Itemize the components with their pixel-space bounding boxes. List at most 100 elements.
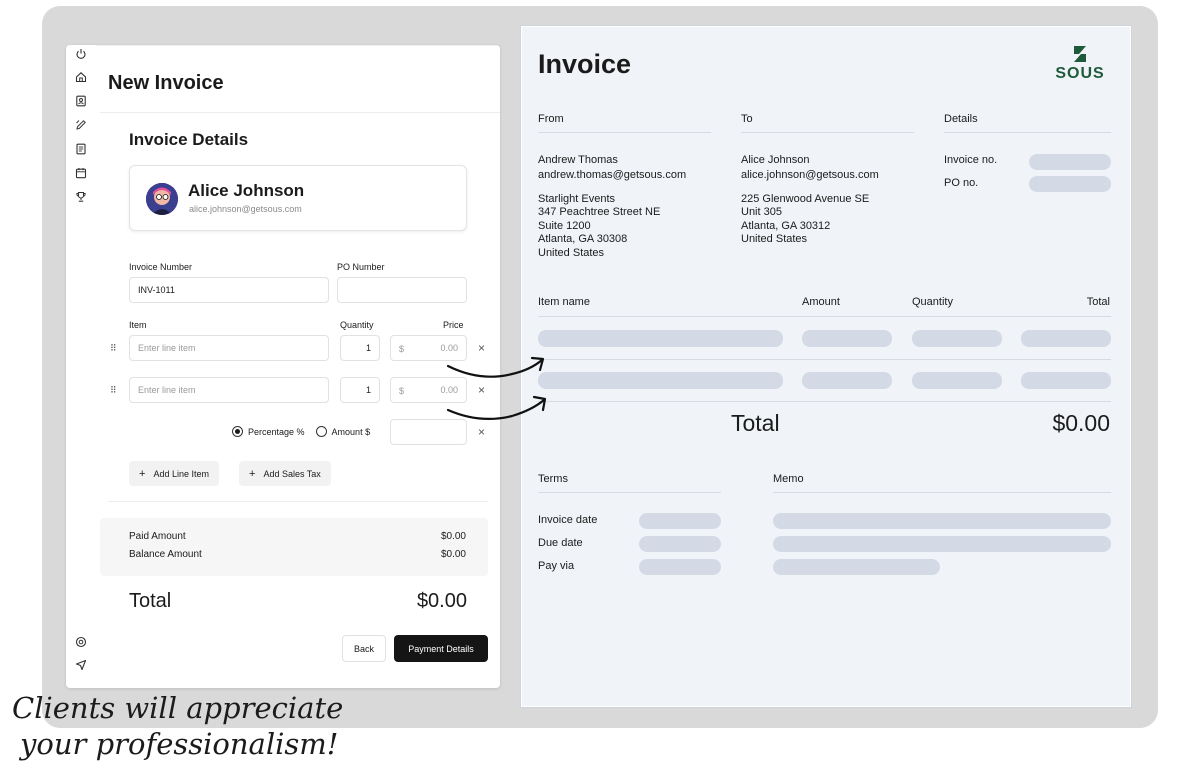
invoice-no-placeholder [1029, 154, 1111, 170]
line-item-input[interactable]: Enter line item [129, 335, 329, 361]
to-address-line: Unit 305 [741, 206, 782, 218]
contacts-icon[interactable] [74, 94, 88, 108]
invoice-editor-window: New Invoice Invoice Details Alice Johnso… [66, 45, 500, 688]
memo-placeholder [773, 513, 1111, 529]
invoice-number-input[interactable]: INV-1011 [129, 277, 329, 303]
total-header: Total [1086, 296, 1110, 308]
divider [538, 316, 1111, 317]
support-icon[interactable] [74, 635, 88, 649]
plus-icon: + [249, 467, 256, 480]
calendar-icon[interactable] [74, 166, 88, 180]
from-email: andrew.thomas@getsous.com [538, 169, 687, 181]
item-placeholder [538, 330, 783, 347]
from-name: Andrew Thomas [538, 154, 618, 166]
quantity-input[interactable]: 1 [340, 335, 380, 361]
add-sales-tax-button[interactable]: + Add Sales Tax [239, 461, 331, 486]
from-address-line: Atlanta, GA 30308 [538, 233, 628, 245]
quantity-column-header: Quantity [340, 320, 374, 330]
po-no-placeholder [1029, 176, 1111, 192]
divider [538, 401, 1111, 402]
section-title: Invoice Details [129, 130, 249, 149]
invoice-preview: Invoice SOUS From To Details Andrew Thom… [520, 25, 1132, 708]
invoice-number-label: Invoice Number [129, 262, 193, 272]
caption-line-2: your professionalism! [20, 727, 339, 761]
pay-via-placeholder [639, 559, 721, 575]
amounts-summary: Paid Amount $0.00 Balance Amount $0.00 [100, 518, 488, 576]
memo-header: Memo [773, 473, 804, 485]
quantity-placeholder [912, 372, 1002, 389]
client-email: alice.johnson@getsous.com [189, 204, 302, 214]
avatar [146, 183, 178, 215]
invoice-total-value: $0.00 [1052, 410, 1110, 436]
to-header: To [741, 113, 753, 125]
home-icon[interactable] [74, 70, 88, 84]
add-line-item-label: Add Line Item [153, 468, 209, 479]
handwritten-caption: Clients will appreciate your professiona… [12, 690, 343, 762]
payment-details-button[interactable]: Payment Details [394, 635, 488, 662]
page-title: New Invoice [108, 72, 224, 94]
item-name-header: Item name [538, 296, 590, 308]
percentage-label: Percentage % [248, 426, 305, 437]
client-name: Alice Johnson [188, 181, 305, 200]
top-border [96, 45, 500, 46]
from-address-line: Starlight Events [538, 193, 616, 205]
divider [944, 132, 1111, 133]
po-number-input[interactable] [337, 277, 467, 303]
from-address-line: Suite 1200 [538, 220, 591, 232]
send-icon[interactable] [74, 658, 88, 672]
currency-symbol: $ [399, 344, 405, 354]
trophy-icon[interactable] [74, 190, 88, 204]
sidebar-rail [66, 45, 96, 688]
back-button[interactable]: Back [342, 635, 386, 662]
invoice-date-label: Invoice date [538, 514, 598, 526]
amount-radio[interactable] [315, 426, 327, 437]
po-number-label: PO Number [337, 262, 385, 272]
percentage-radio[interactable] [232, 426, 243, 437]
currency-symbol: $ [399, 386, 405, 396]
amount-header: Amount [802, 296, 840, 308]
divider [538, 492, 721, 493]
from-address-line: United States [538, 247, 605, 259]
total-label: Total [129, 590, 172, 612]
document-icon[interactable] [74, 142, 88, 156]
to-email: alice.johnson@getsous.com [741, 169, 879, 181]
drag-handle-icon[interactable]: ⠿ [110, 385, 117, 396]
terms-header: Terms [538, 473, 568, 485]
plus-icon: + [139, 467, 146, 480]
total-placeholder [1021, 372, 1111, 389]
divider [538, 359, 1111, 360]
power-icon[interactable] [74, 47, 88, 61]
line-item-input[interactable]: Enter line item [129, 377, 329, 403]
from-address-line: 347 Peachtree Street NE [538, 206, 661, 218]
memo-placeholder [773, 536, 1111, 552]
to-address-line: Atlanta, GA 30312 [741, 220, 831, 232]
amount-placeholder [802, 372, 892, 389]
price-column-header: Price [443, 320, 464, 330]
invoice-total-label: Total [731, 410, 780, 436]
to-name: Alice Johnson [741, 154, 810, 166]
edit-icon[interactable] [74, 118, 88, 132]
quantity-input[interactable]: 1 [340, 377, 380, 403]
quantity-placeholder [912, 330, 1002, 347]
sous-logo-icon [1074, 46, 1086, 62]
arrows-decoration [446, 356, 547, 420]
item-placeholder [538, 372, 783, 389]
discount-type-group: Percentage % Amount $ [232, 426, 370, 437]
invoice-title: Invoice [538, 49, 632, 79]
section-divider [108, 501, 488, 502]
paid-amount-value: $0.00 [440, 531, 466, 542]
item-column-header: Item [129, 320, 147, 330]
total-value: $0.00 [416, 590, 467, 612]
quantity-header: Quantity [912, 296, 953, 308]
logo-text: SOUS [1055, 65, 1105, 82]
add-line-item-button[interactable]: + Add Line Item [129, 461, 219, 486]
drag-handle-icon[interactable]: ⠿ [110, 343, 117, 354]
add-sales-tax-label: Add Sales Tax [263, 468, 321, 479]
client-card[interactable]: Alice Johnson alice.johnson@getsous.com [129, 165, 467, 231]
divider [538, 132, 711, 133]
from-header: From [538, 113, 564, 125]
total-placeholder [1021, 330, 1111, 347]
due-date-label: Due date [538, 537, 583, 549]
balance-amount-value: $0.00 [440, 549, 466, 560]
invoice-date-placeholder [639, 513, 721, 529]
